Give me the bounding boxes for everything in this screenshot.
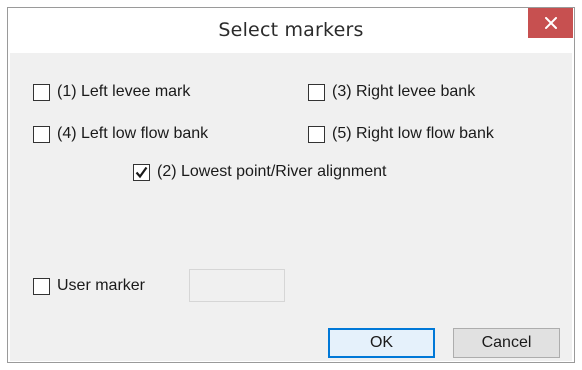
cancel-button[interactable]: Cancel: [453, 328, 560, 358]
dialog-body: (1) Left levee mark (3) Right levee bank…: [10, 53, 572, 361]
checkbox-user-marker[interactable]: User marker: [33, 277, 145, 295]
title-bar[interactable]: Select markers: [8, 8, 574, 53]
checkbox-left-low-flow-bank[interactable]: (4) Left low flow bank: [33, 125, 208, 143]
user-marker-input[interactable]: [189, 269, 285, 302]
checkbox-label: User marker: [57, 277, 146, 294]
checkbox-label: (5) Right low flow bank: [332, 125, 494, 142]
checkbox-right-levee-bank[interactable]: (3) Right levee bank: [308, 83, 475, 101]
close-icon: [544, 17, 557, 29]
checkmark-icon: [135, 166, 148, 178]
checkbox-label: (4) Left low flow bank: [57, 125, 209, 142]
dialog-title: Select markers: [218, 19, 364, 41]
checkbox-box[interactable]: [133, 163, 150, 181]
select-markers-dialog: Select markers (1) Left levee mark (3) R…: [7, 7, 575, 363]
checkbox-box[interactable]: [33, 277, 50, 295]
checkbox-lowest-point-river-alignment[interactable]: (2) Lowest point/River alignment: [133, 163, 386, 181]
checkbox-box[interactable]: [33, 83, 50, 101]
checkbox-box[interactable]: [308, 125, 325, 143]
checkbox-label: (1) Left levee mark: [57, 83, 191, 100]
checkbox-box[interactable]: [308, 83, 325, 101]
close-button[interactable]: [528, 8, 573, 38]
checkbox-right-low-flow-bank[interactable]: (5) Right low flow bank: [308, 125, 494, 143]
checkbox-label: (2) Lowest point/River alignment: [157, 163, 387, 180]
ok-button[interactable]: OK: [328, 328, 435, 358]
checkbox-label: (3) Right levee bank: [332, 83, 476, 100]
checkbox-left-levee-mark[interactable]: (1) Left levee mark: [33, 83, 190, 101]
checkbox-box[interactable]: [33, 125, 50, 143]
